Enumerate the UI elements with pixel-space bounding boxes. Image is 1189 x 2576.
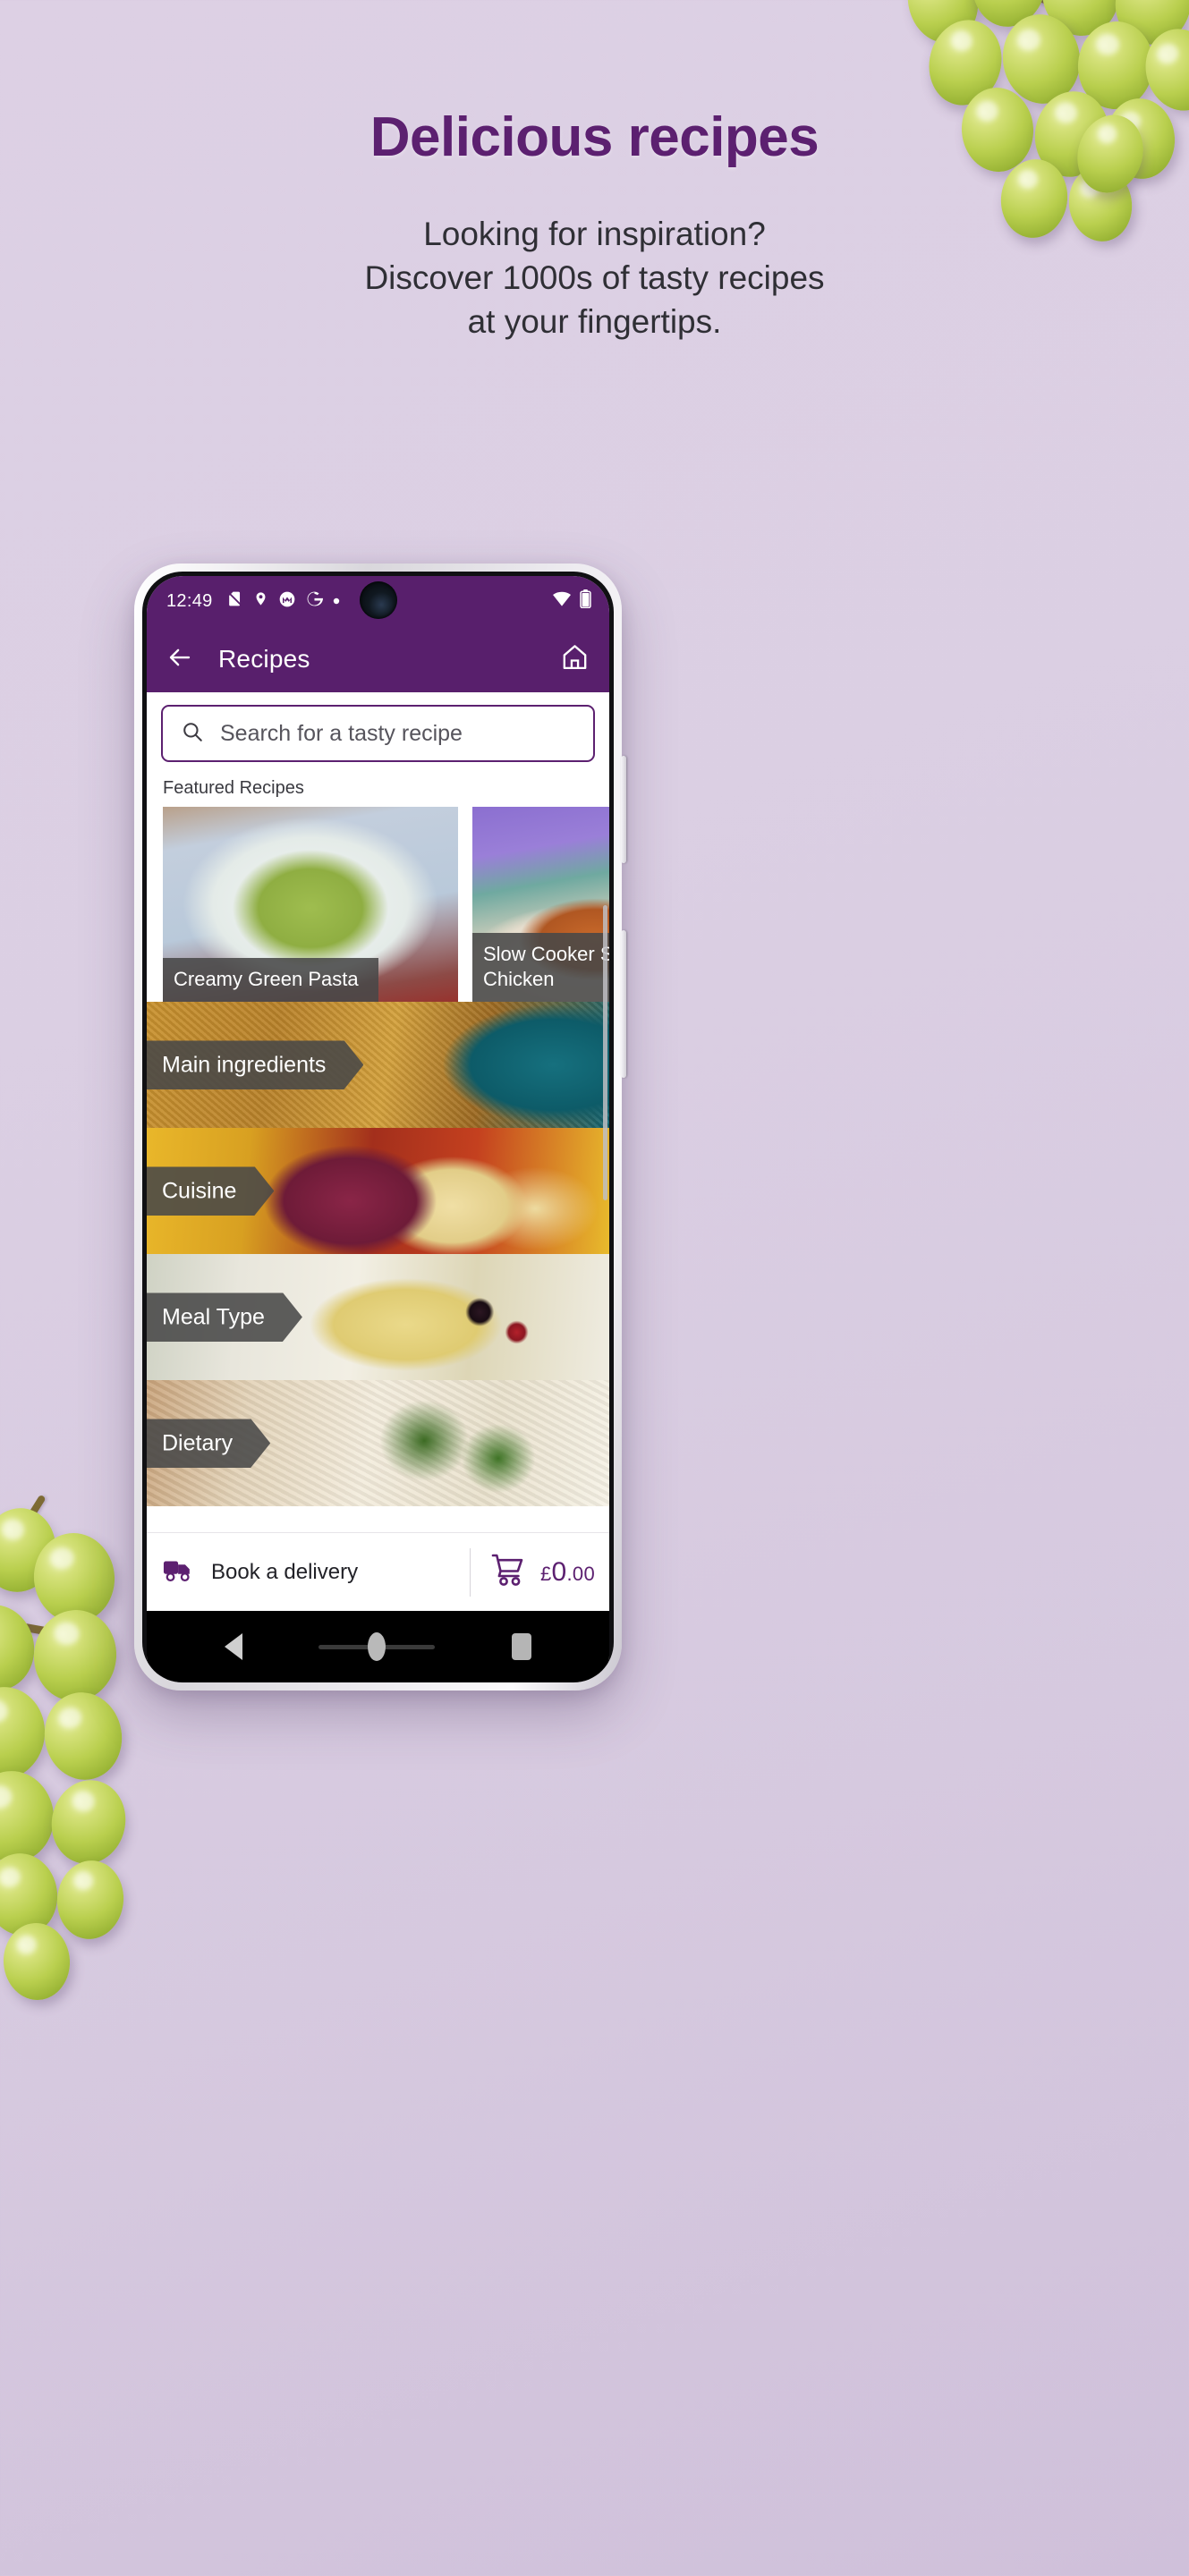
cart-currency: £ (539, 1562, 552, 1585)
cart-button[interactable]: £0.00 (471, 1552, 595, 1592)
grape (0, 1766, 59, 1868)
recipe-title: Slow Cooker Sticky Chicken (472, 933, 609, 1002)
category-label: Dietary (147, 1419, 270, 1468)
book-a-delivery-label[interactable]: Book a delivery (211, 1560, 358, 1585)
featured-recipe-card[interactable]: Slow Cooker Sticky Chicken (472, 807, 609, 1002)
back-arrow-icon[interactable] (166, 644, 193, 675)
delivery-truck-icon (163, 1557, 197, 1587)
page-title-recipes: Recipes (218, 645, 310, 673)
phone-screen: 12:49 Recipes Search for a tasty recipe … (147, 576, 609, 1682)
grape (1, 1920, 72, 2003)
nav-back-icon[interactable] (224, 1633, 242, 1660)
camera-punch-hole (359, 581, 397, 619)
cart-pence: .00 (566, 1562, 595, 1585)
category-label: Cuisine (147, 1166, 274, 1216)
location-icon (253, 590, 268, 612)
featured-recipes-carousel[interactable]: Creamy Green Pasta Slow Cooker Sticky Ch… (147, 807, 609, 1002)
grape-stem (0, 1512, 86, 1574)
scrollbar-thumb[interactable] (603, 905, 607, 1200)
category-row-meal-type[interactable]: Meal Type (147, 1254, 609, 1380)
status-time: 12:49 (166, 590, 213, 611)
search-placeholder: Search for a tasty recipe (220, 720, 463, 746)
category-row-main-ingredients[interactable]: Main ingredients (147, 1002, 609, 1128)
content-scroll-area[interactable]: Featured Recipes Creamy Green Pasta Slow… (147, 771, 609, 1532)
grape (53, 1857, 128, 1943)
grape (0, 1502, 63, 1598)
shopping-cart-icon (490, 1552, 530, 1592)
status-icons-right (551, 589, 591, 613)
power-button[interactable] (621, 930, 626, 1078)
volume-button[interactable] (621, 756, 626, 863)
android-navigation-bar (147, 1611, 609, 1682)
grape (44, 1773, 133, 1871)
category-label: Meal Type (147, 1292, 302, 1342)
category-list: Main ingredients Cuisine Meal Type Dieta… (147, 1002, 609, 1506)
featured-recipes-label: Featured Recipes (163, 778, 304, 798)
search-section: Search for a tasty recipe (147, 692, 609, 771)
grape (38, 1686, 129, 1786)
status-bar: 12:49 (147, 576, 609, 626)
grape (30, 1529, 119, 1627)
cart-total: £0.00 (540, 1557, 595, 1588)
grape-stem (16, 1494, 47, 1537)
app-bar: Recipes (147, 626, 609, 692)
wifi-icon (551, 590, 573, 612)
hero-section: Delicious recipes Looking for inspiratio… (0, 0, 1189, 344)
grape (0, 1597, 43, 1698)
page-subtitle: Looking for inspiration? Discover 1000s o… (364, 216, 825, 341)
cart-pounds: 0 (551, 1556, 567, 1587)
motorola-icon (278, 590, 296, 613)
no-sim-icon (226, 590, 243, 612)
category-row-dietary[interactable]: Dietary (147, 1380, 609, 1506)
dot-icon (333, 593, 340, 609)
grape-stem (0, 1609, 54, 1637)
search-input[interactable]: Search for a tasty recipe (161, 705, 595, 762)
home-icon[interactable] (560, 642, 590, 676)
phone-bezel: 12:49 Recipes Search for a tasty recipe … (142, 572, 614, 1682)
nav-home-icon[interactable] (318, 1635, 436, 1658)
grape (29, 1606, 122, 1706)
category-row-cuisine[interactable]: Cuisine (147, 1128, 609, 1254)
grape (0, 1681, 52, 1786)
nav-recents-icon[interactable] (512, 1633, 532, 1660)
page-title: Delicious recipes (369, 106, 820, 168)
status-icons-left (226, 590, 340, 613)
bottom-bar: Book a delivery £0.00 (147, 1532, 609, 1611)
featured-recipe-card[interactable]: Creamy Green Pasta (163, 807, 458, 1002)
search-icon (181, 720, 204, 748)
battery-icon (580, 589, 591, 613)
phone-mockup: 12:49 Recipes Search for a tasty recipe … (134, 564, 626, 1690)
grape (0, 1848, 64, 1941)
recipe-title: Creamy Green Pasta (163, 957, 378, 1002)
category-label: Main ingredients (147, 1040, 363, 1089)
google-icon (306, 590, 323, 612)
